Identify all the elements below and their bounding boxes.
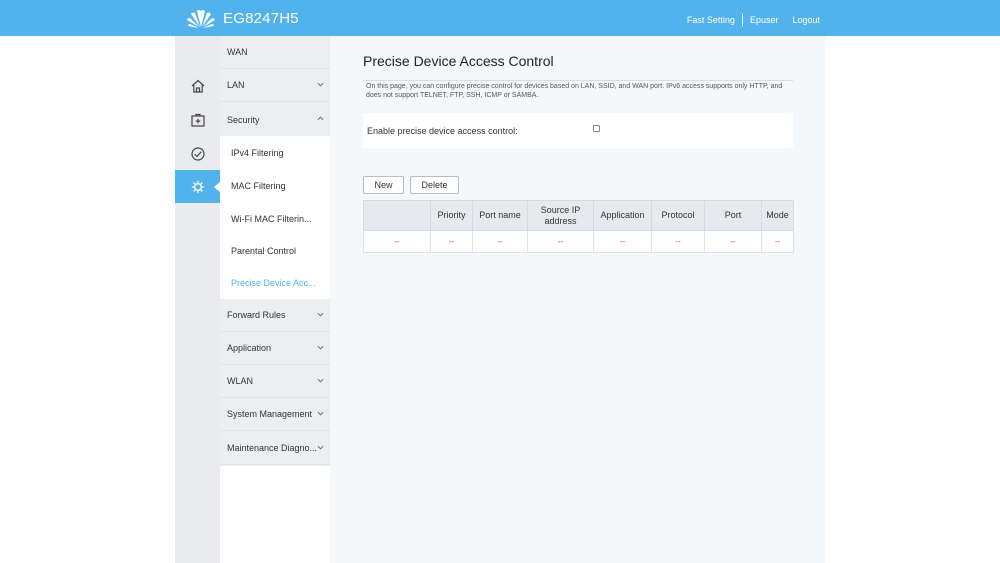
menu-lan[interactable]: LAN: [220, 69, 330, 102]
menu-label: Application: [227, 343, 272, 353]
rail-toolbox[interactable]: [175, 103, 220, 136]
submenu-label: Parental Control: [231, 245, 297, 256]
column-header-port-name: Port name: [472, 200, 528, 231]
column-header-port: Port: [704, 200, 762, 231]
sub-menu: WAN LAN Security IPv4 Filtering MAC Filt…: [220, 36, 330, 466]
column-header: [363, 200, 431, 231]
chevron-down-icon: [317, 378, 324, 383]
rail-settings[interactable]: [175, 170, 221, 203]
menu-label: WAN: [227, 47, 248, 57]
table-row[interactable]: -- -- -- -- -- -- -- --: [363, 230, 794, 253]
submenu-label: Precise Device Acc...: [231, 277, 316, 288]
menu-application[interactable]: Application: [220, 332, 330, 365]
logout-link[interactable]: Logout: [792, 15, 820, 25]
top-links: Fast Setting Epuser Logout: [687, 14, 820, 26]
column-header-mode: Mode: [761, 200, 794, 231]
toolbox-icon: [190, 113, 205, 127]
menu-forward-rules[interactable]: Forward Rules: [220, 299, 330, 332]
column-header-protocol: Protocol: [651, 200, 705, 231]
table-cell: --: [651, 230, 705, 253]
menu-label: Security: [227, 114, 260, 125]
home-icon: [191, 79, 204, 93]
submenu-item-wifi-mac-filtering[interactable]: Wi-Fi MAC Filterin...: [220, 202, 330, 235]
submenu-item-precise-device-access[interactable]: Precise Device Acc...: [220, 266, 330, 299]
table-header-row: Priority Port name Source IP address App…: [363, 200, 794, 231]
submenu-label: IPv4 Filtering: [231, 147, 284, 158]
enable-checkbox[interactable]: [593, 125, 600, 132]
menu-label: System Management: [227, 409, 313, 419]
link-divider: [741, 14, 743, 26]
submenu-label: Wi-Fi MAC Filterin...: [231, 213, 312, 224]
device-model: EG8247H5: [223, 10, 299, 27]
menu-system-management[interactable]: System Management: [220, 398, 330, 431]
title-divider: [363, 80, 793, 81]
fast-setting-link[interactable]: Fast Setting: [687, 15, 735, 25]
page-description: On this page, you can configure precise …: [366, 83, 783, 99]
page-title: Precise Device Access Control: [363, 53, 554, 69]
rules-table: Priority Port name Source IP address App…: [363, 200, 794, 253]
table-cell: --: [593, 230, 652, 253]
menu-wlan[interactable]: WLAN: [220, 365, 330, 398]
table-cell: --: [430, 230, 473, 253]
enable-panel: Enable precise device access control:: [363, 113, 793, 148]
chevron-down-icon: [317, 445, 324, 450]
submenu-item-parental-control[interactable]: Parental Control: [220, 234, 330, 267]
table-cell: --: [472, 230, 528, 253]
delete-button[interactable]: Delete: [410, 176, 459, 194]
menu-label: LAN: [227, 80, 245, 90]
submenu-item-mac-filtering[interactable]: MAC Filtering: [220, 169, 330, 202]
menu-wan[interactable]: WAN: [220, 36, 330, 69]
table-cell: --: [761, 230, 794, 253]
chevron-down-icon: [317, 345, 324, 350]
rail-gauge[interactable]: [175, 137, 220, 170]
sub-menu-blank: [220, 466, 330, 563]
top-bar: EG8247H5 Fast Setting Epuser Logout: [0, 0, 1000, 36]
submenu-item-ipv4-filtering[interactable]: IPv4 Filtering: [220, 136, 330, 169]
main-content: Precise Device Access Control On this pa…: [330, 36, 825, 563]
enable-label: Enable precise device access control:: [367, 126, 518, 136]
menu-label: Forward Rules: [227, 310, 286, 320]
table-cell: --: [704, 230, 762, 253]
menu-maintenance-diagnosis[interactable]: Maintenance Diagno...: [220, 432, 330, 465]
huawei-logo-icon: [187, 10, 215, 28]
rail-home[interactable]: [175, 69, 220, 102]
chevron-up-icon: [317, 116, 324, 121]
new-button[interactable]: New: [363, 176, 404, 194]
menu-security[interactable]: Security: [220, 103, 330, 136]
menu-label: Maintenance Diagno...: [227, 443, 318, 453]
icon-rail: [175, 36, 221, 563]
table-cell: --: [527, 230, 594, 253]
chevron-down-icon: [317, 82, 324, 87]
submenu-label: MAC Filtering: [231, 180, 286, 191]
chevron-down-icon: [317, 312, 324, 317]
menu-label: WLAN: [227, 376, 254, 386]
column-header-application: Application: [593, 200, 652, 231]
user-link[interactable]: Epuser: [750, 15, 779, 25]
column-header-priority: Priority: [430, 200, 473, 231]
table-cell: --: [363, 230, 431, 253]
gauge-icon: [190, 146, 205, 161]
gear-icon: [191, 180, 204, 193]
column-header-source-ip: Source IP address: [527, 200, 594, 231]
chevron-down-icon: [317, 411, 324, 416]
